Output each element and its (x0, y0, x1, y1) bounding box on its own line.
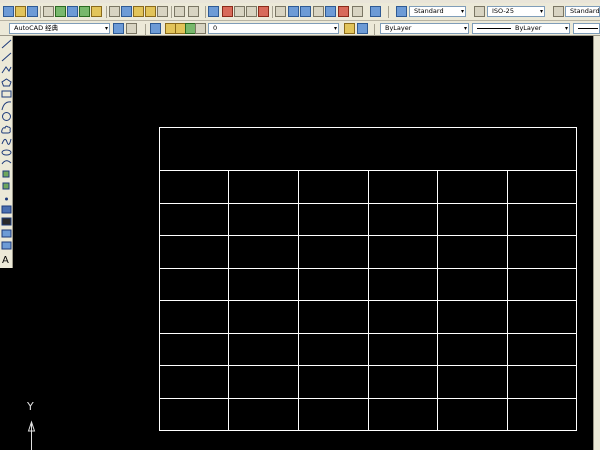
toolbar-separator (171, 6, 172, 18)
point-icon (5, 197, 8, 201)
revision-cloud-icon (1, 125, 11, 134)
table-icon (1, 241, 12, 250)
insert-block-icon (2, 170, 10, 178)
draw-toolbar: A (0, 36, 13, 268)
vertical-scrollbar[interactable] (593, 36, 600, 450)
workspace-save-icon[interactable] (126, 23, 137, 34)
standard-toolbar: Standard ▾ ISO-25 ▾ Standard (0, 3, 600, 21)
arc-icon (1, 101, 12, 111)
toolbar-separator (272, 6, 273, 18)
print-icon[interactable] (43, 6, 54, 17)
construction-line-icon (1, 52, 12, 62)
toolbar-separator (40, 6, 41, 18)
toolbar-separator (205, 6, 206, 18)
toolbar-separator (106, 6, 107, 18)
polyline-icon (1, 66, 12, 74)
workspace-dropdown[interactable]: AutoCAD 经典 ▾ (9, 23, 110, 34)
sheet-set-icon[interactable] (91, 6, 102, 17)
chevron-down-icon: ▾ (104, 25, 108, 32)
save-icon[interactable] (27, 6, 38, 17)
undo-icon[interactable] (174, 6, 185, 17)
ucs-icon: Y (26, 400, 36, 450)
region-icon (1, 229, 12, 238)
color-dropdown[interactable]: ByLayer ▾ (380, 23, 469, 34)
copy-icon[interactable] (121, 6, 132, 17)
circle-icon (2, 112, 11, 121)
table-style-dropdown[interactable]: Standard (565, 6, 600, 17)
workspace-value: AutoCAD 经典 (14, 24, 59, 32)
zoom-extents-icon[interactable] (258, 6, 269, 17)
hatch-icon (1, 205, 12, 214)
table-style-value: Standard (570, 7, 600, 15)
chevron-down-icon: ▾ (539, 8, 543, 15)
layer-color-swatch-icon (195, 23, 206, 34)
table-style-icon[interactable] (553, 6, 564, 17)
toolbar-separator (145, 24, 146, 36)
pan-icon[interactable] (208, 6, 219, 17)
lineweight-sample (578, 27, 598, 29)
dim-style-icon[interactable] (474, 6, 485, 17)
cut-icon[interactable] (109, 6, 120, 17)
chevron-down-icon: ▾ (460, 8, 464, 15)
drawing-canvas[interactable] (14, 37, 594, 450)
gradient-icon (1, 217, 12, 226)
make-layer-current-icon[interactable] (344, 23, 355, 34)
design-center-icon[interactable] (288, 6, 299, 17)
toolbar-separator (374, 24, 375, 36)
linetype-value: ByLayer (515, 24, 542, 32)
table-drawing (159, 127, 577, 431)
linetype-dropdown[interactable]: ByLayer ▾ (472, 23, 570, 34)
chevron-down-icon: ▾ (333, 25, 337, 32)
match-properties-icon[interactable] (145, 6, 156, 17)
dim-style-dropdown[interactable]: ISO-25 ▾ (487, 6, 545, 17)
paste-icon[interactable] (133, 6, 144, 17)
rectangle-icon (1, 90, 12, 98)
layer-manager-icon[interactable] (150, 23, 161, 34)
multiline-text-icon: A (2, 255, 9, 266)
dbconnect-icon[interactable] (352, 6, 363, 17)
line-icon (1, 39, 12, 49)
plot-preview-icon[interactable] (55, 6, 66, 17)
zoom-window-icon[interactable] (234, 6, 245, 17)
publish-icon[interactable] (67, 6, 78, 17)
polygon-icon (1, 78, 12, 87)
color-value: ByLayer (385, 24, 412, 32)
text-style-dropdown[interactable]: Standard ▾ (409, 6, 466, 17)
properties-icon[interactable] (275, 6, 286, 17)
zoom-previous-icon[interactable] (246, 6, 257, 17)
spline-icon (1, 138, 12, 145)
sheet-set-manager-icon[interactable] (313, 6, 324, 17)
ucs-y-label: Y (26, 400, 34, 413)
text-style-icon[interactable] (396, 6, 407, 17)
linetype-sample (477, 27, 511, 29)
markup-set-manager-icon[interactable] (325, 6, 336, 17)
ellipse-icon (1, 149, 12, 156)
layer-dropdown[interactable]: 0 ▾ (208, 23, 339, 34)
zoom-realtime-icon[interactable] (222, 6, 233, 17)
new-file-icon[interactable] (3, 6, 14, 17)
text-style-value: Standard (414, 7, 444, 15)
quickcalc-icon[interactable] (338, 6, 349, 17)
tool-palettes-icon[interactable] (300, 6, 311, 17)
ellipse-arc-icon (1, 160, 12, 165)
layer-previous-icon[interactable] (357, 23, 368, 34)
make-block-icon (2, 182, 10, 190)
redo-icon[interactable] (188, 6, 199, 17)
dim-style-value: ISO-25 (492, 7, 514, 15)
3d-dwf-icon[interactable] (79, 6, 90, 17)
lineweight-dropdown[interactable] (573, 23, 600, 34)
open-file-icon[interactable] (15, 6, 26, 17)
chevron-down-icon: ▾ (463, 25, 467, 32)
layer-value: 0 (213, 24, 218, 32)
toolbar-separator (388, 6, 389, 18)
help-icon[interactable] (370, 6, 381, 17)
draw-tools-icons: A (1, 39, 12, 266)
block-editor-icon[interactable] (157, 6, 168, 17)
chevron-down-icon: ▾ (564, 25, 568, 32)
layers-toolbar: AutoCAD 经典 ▾ 0 ▾ ByLayer ▾ ByLayer ▾ (0, 21, 600, 36)
workspace-settings-icon[interactable] (113, 23, 124, 34)
